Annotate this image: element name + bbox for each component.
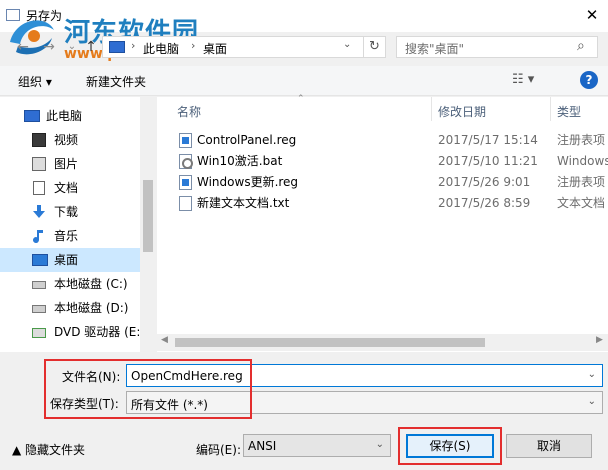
file-date: 2017/5/17 15:14 <box>438 133 538 147</box>
computer-icon <box>109 41 125 53</box>
file-row[interactable]: Windows更新.reg 2017/5/26 9:01 注册表项 <box>157 172 608 193</box>
batch-file-icon <box>179 154 193 169</box>
sidebar-item-label: 本地磁盘 (D:) <box>54 301 129 315</box>
download-icon <box>33 205 45 218</box>
scroll-right-icon[interactable]: ▶ <box>596 335 603 345</box>
chevron-down-icon[interactable]: ⌄ <box>343 39 351 50</box>
file-row[interactable]: ControlPanel.reg 2017/5/17 15:14 注册表项 <box>157 130 608 151</box>
file-name: ControlPanel.reg <box>197 133 297 147</box>
horizontal-scrollbar-thumb[interactable] <box>175 338 485 347</box>
window-title: 另存为 <box>26 9 63 23</box>
sidebar-item-label: 桌面 <box>54 253 79 267</box>
text-file-icon <box>179 196 192 211</box>
refresh-button[interactable]: ↻ <box>364 36 386 58</box>
computer-icon <box>24 110 40 122</box>
file-row[interactable]: 新建文本文档.txt 2017/5/26 8:59 文本文档 <box>157 193 608 214</box>
close-button[interactable]: ✕ <box>578 2 606 28</box>
highlight-box-filename <box>44 359 252 419</box>
file-type: 文本文档 <box>557 196 606 210</box>
scroll-left-icon[interactable]: ◀ <box>161 335 168 345</box>
registry-file-icon <box>179 175 192 190</box>
sidebar-item-label: 文档 <box>54 181 79 195</box>
file-row[interactable]: Win10激活.bat 2017/5/10 11:21 Windows <box>157 151 608 172</box>
drive-icon <box>32 305 46 313</box>
sidebar-item-label: 下载 <box>54 205 79 219</box>
organize-button[interactable]: 组织 ▾ <box>18 73 52 90</box>
file-type: Windows <box>557 154 608 168</box>
chevron-down-icon[interactable]: ⌄ <box>376 439 384 450</box>
file-type: 注册表项 <box>557 133 606 147</box>
encoding-value: ANSI <box>248 439 277 453</box>
video-icon <box>32 133 46 147</box>
registry-file-icon <box>179 133 192 148</box>
breadcrumb-desktop[interactable]: 桌面 <box>203 40 227 57</box>
column-divider[interactable] <box>550 97 551 121</box>
file-date: 2017/5/26 9:01 <box>438 175 531 189</box>
column-header-type[interactable]: 类型 <box>557 103 581 120</box>
recent-locations-button[interactable]: ⌄ <box>66 36 78 58</box>
address-bar[interactable]: › 此电脑 › 桌面 ⌄ <box>102 36 364 58</box>
breadcrumb-this-pc[interactable]: 此电脑 <box>143 40 179 57</box>
file-name: 新建文本文档.txt <box>197 196 290 210</box>
cancel-button[interactable]: 取消 <box>506 434 592 458</box>
file-list[interactable]: 名称 ⌃ 修改日期 类型 ControlPanel.reg 2017/5/17 … <box>157 94 608 352</box>
sidebar-item-label: DVD 驱动器 (E:) <box>54 325 146 339</box>
chevron-right-icon[interactable]: › <box>191 39 195 52</box>
document-icon <box>33 181 45 195</box>
sidebar-item-label: 视频 <box>54 133 79 147</box>
sidebar-item-label: 本地磁盘 (C:) <box>54 277 128 291</box>
highlight-box-save <box>398 427 502 465</box>
sort-ascending-icon: ⌃ <box>297 94 305 104</box>
back-button[interactable]: ← <box>14 36 32 58</box>
view-options-button[interactable]: ☷ ▾ <box>512 72 534 87</box>
hide-folders-toggle[interactable]: ▲ 隐藏文件夹 <box>12 441 85 458</box>
up-button[interactable]: ↑ <box>82 36 100 58</box>
window-icon <box>6 9 20 21</box>
chevron-right-icon[interactable]: › <box>131 39 135 52</box>
chevron-down-icon[interactable]: ⌄ <box>588 396 596 407</box>
file-date: 2017/5/26 8:59 <box>438 196 531 210</box>
file-name: Windows更新.reg <box>197 175 299 189</box>
file-date: 2017/5/10 11:21 <box>438 154 538 168</box>
drive-icon <box>32 281 46 289</box>
search-placeholder: 搜索"桌面" <box>405 42 465 56</box>
chevron-down-icon[interactable]: ⌄ <box>588 369 596 380</box>
command-bar: 组织 ▾ 新建文件夹 ☷ ▾ ? <box>0 66 608 96</box>
dvd-icon <box>32 328 46 338</box>
file-name: Win10激活.bat <box>197 154 283 168</box>
search-input[interactable]: 搜索"桌面" ⌕ <box>396 36 598 58</box>
sidebar-item-label: 此电脑 <box>46 109 83 123</box>
help-button[interactable]: ? <box>580 71 598 89</box>
column-header-name[interactable]: 名称 <box>177 103 201 120</box>
picture-icon <box>32 157 46 171</box>
sidebar-item-label: 音乐 <box>54 229 79 243</box>
desktop-icon <box>32 254 48 266</box>
sidebar-item-label: 图片 <box>54 157 79 171</box>
column-header-date[interactable]: 修改日期 <box>438 103 486 120</box>
forward-button[interactable]: → <box>40 36 58 58</box>
navigation-pane[interactable]: 此电脑 视频 图片 文档 下载 音乐 桌面 本地磁盘 (C:) 本地磁盘 (D:… <box>0 97 156 352</box>
encoding-label: 编码(E): <box>196 443 241 457</box>
navigation-scrollbar-thumb[interactable] <box>143 180 153 252</box>
file-type: 注册表项 <box>557 175 606 189</box>
music-icon <box>33 230 43 243</box>
title-bar: 另存为 ✕ <box>0 0 608 32</box>
encoding-select[interactable]: ANSI ⌄ <box>243 434 391 457</box>
column-divider[interactable] <box>431 97 432 121</box>
search-icon[interactable]: ⌕ <box>577 38 585 54</box>
new-folder-button[interactable]: 新建文件夹 <box>86 73 146 90</box>
